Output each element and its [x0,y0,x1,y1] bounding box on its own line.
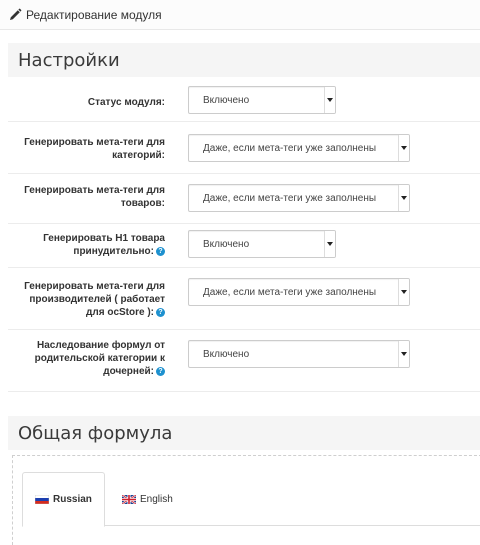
setting-row-h1: Генерировать H1 товара принудительно:? В… [8,224,480,268]
help-icon[interactable]: ? [156,307,165,317]
setting-label: Генерировать мета-теги для категорий: [24,137,165,161]
language-tabs: Russian English [22,472,480,527]
page-title: Редактирование модуля [26,7,162,22]
setting-label: Статус модуля: [87,97,165,108]
tab-english[interactable]: English [110,472,185,526]
setting-label: Наследование формул от родительской кате… [34,340,165,377]
help-icon[interactable]: ? [156,246,165,256]
tab-russian[interactable]: Russian [22,472,105,527]
manufacturer-meta-select[interactable]: Даже, если мета-теги уже заполнены [188,278,410,306]
status-select[interactable]: Включено [188,86,336,114]
russia-flag-icon [35,495,49,504]
chevron-down-icon [398,279,409,305]
setting-row-status: Статус модуля: Включено [8,84,480,122]
chevron-down-icon [324,87,335,113]
chevron-down-icon [324,231,335,257]
h1-select[interactable]: Включено [188,230,336,258]
chevron-down-icon [398,341,409,367]
category-meta-select[interactable]: Даже, если мета-теги уже заполнены [188,134,410,162]
chevron-down-icon [398,135,409,161]
setting-row-category-meta: Генерировать мета-теги для категорий: Да… [8,122,480,174]
help-icon[interactable]: ? [156,366,165,376]
formula-heading: Общая формула [8,416,480,450]
chevron-down-icon [398,185,409,211]
setting-row-manufacturer-meta: Генерировать мета-теги для производителе… [8,268,480,330]
setting-label: Генерировать мета-теги для производителе… [24,281,165,318]
pencil-icon [10,8,22,20]
uk-flag-icon [122,494,136,504]
product-meta-select[interactable]: Даже, если мета-теги уже заполнены [188,184,410,212]
setting-row-inheritance: Наследование формул от родительской кате… [8,330,480,392]
setting-label: Генерировать H1 товара принудительно:? [43,233,165,257]
setting-label: Генерировать мета-теги для товаров: [24,185,165,209]
inheritance-select[interactable]: Включено [188,340,410,368]
breadcrumb: Редактирование модуля [0,0,480,30]
settings-heading: Настройки [8,43,480,77]
setting-row-product-meta: Генерировать мета-теги для товаров: Даже… [8,174,480,224]
